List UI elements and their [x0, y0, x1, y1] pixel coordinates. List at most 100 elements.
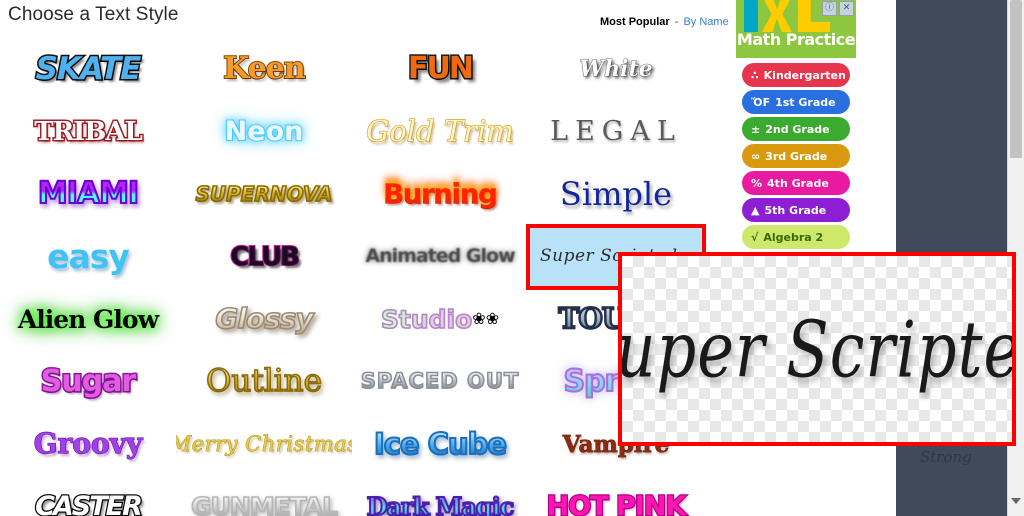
style-sample-label: SUPERNOVA [195, 182, 334, 207]
zoom-preview-overlay: Super Scripted [618, 252, 1016, 446]
ad-info-icon[interactable]: ⓘ [822, 1, 837, 16]
style-sample-label: Simple [559, 175, 673, 214]
grade-label: Algebra 2 [763, 230, 824, 244]
style-cell-fun[interactable]: FUN [352, 38, 528, 101]
style-cell-merry-christmas[interactable]: Merry Christmas [176, 413, 352, 476]
style-cell-caster[interactable]: CASTER [0, 476, 176, 516]
style-cell-club[interactable]: CLUB [176, 226, 352, 289]
sort-most-popular[interactable]: Most Popular [600, 16, 670, 28]
grade-icon: ὌF [751, 95, 771, 109]
style-sample-label: Neon [224, 116, 305, 148]
style-sample-label: Sugar [39, 363, 138, 399]
zoom-preview-text: Super Scripted [618, 303, 1012, 395]
grade-icon: √ [751, 230, 759, 244]
style-cell-sugar[interactable]: Sugar [0, 351, 176, 414]
grade-label: 2nd Grade [765, 122, 830, 136]
grade-icon: ∴ [751, 68, 759, 82]
style-cell-glossy[interactable]: Glossy [176, 288, 352, 351]
grade-icon: ▲ [751, 203, 760, 217]
ad-close-icon[interactable]: ✕ [839, 1, 854, 16]
style-sample-label: Dark Magic [366, 493, 516, 516]
style-sample-label: CLUB [229, 241, 301, 272]
style-grid-row: SKATE Keen FUN White [0, 38, 726, 101]
watermark-line: Strong [920, 447, 972, 466]
style-cell-neon[interactable]: Neon [176, 101, 352, 164]
sort-bar: Most Popular - By Name [600, 16, 729, 28]
studio-decoration-icon: ❀❀ [472, 311, 500, 329]
style-grid-row: CASTER GUNMETAL Dark Magic HOT PINK [0, 476, 726, 516]
ad-grade-algebra-2[interactable]: √ Algebra 2 [742, 225, 850, 249]
style-sample-label: Gold Trim [366, 114, 515, 149]
grade-label: 3rd Grade [765, 149, 828, 163]
style-sample-label: LEGAL [550, 116, 682, 148]
style-cell-groovy[interactable]: Groovy [0, 413, 176, 476]
grade-icon: % [751, 176, 763, 190]
style-sample-label: SPACED OUT [360, 369, 520, 394]
grade-label: 1st Grade [775, 95, 836, 109]
style-sample-label: Glossy [214, 302, 314, 336]
style-sample-label: Groovy [33, 427, 143, 461]
grade-icon: ∞ [751, 149, 761, 163]
ad-grade-3rd-grade[interactable]: ∞ 3rd Grade [742, 144, 850, 168]
grade-icon: ± [751, 122, 761, 136]
sort-separator: - [674, 16, 679, 28]
style-cell-skate[interactable]: SKATE [0, 38, 176, 101]
ad-grade-1st-grade[interactable]: ὌF 1st Grade [742, 90, 850, 114]
style-sample-label: White [579, 56, 653, 83]
ad-tagline: Math Practice [736, 30, 856, 49]
style-cell-outline[interactable]: Outline [176, 351, 352, 414]
style-cell-keen[interactable]: Keen [176, 38, 352, 101]
ad-grade-2nd-grade[interactable]: ±2nd Grade [742, 117, 850, 141]
style-cell-legal[interactable]: LEGAL [528, 101, 704, 164]
ixl-letter-x-icon [762, 0, 792, 32]
grade-label: 4th Grade [767, 176, 829, 190]
style-sample-label: TRIBAL [33, 116, 145, 147]
style-sample-label: FUN [407, 51, 476, 87]
style-sample-label: Merry Christmas [176, 431, 352, 456]
ad-grade-5th-grade[interactable]: ▲ 5th Grade [742, 198, 850, 222]
style-sample-label: Keen [222, 51, 306, 87]
style-cell-hot-pink[interactable]: HOT PINK [528, 476, 704, 516]
grade-label: 5th Grade [764, 203, 827, 217]
style-cell-dark-magic[interactable]: Dark Magic [352, 476, 528, 516]
style-cell-miami[interactable]: MIAMI [0, 163, 176, 226]
style-sample-label: SKATE [34, 50, 143, 87]
style-grid-row: MIAMI SUPERNOVA Burning Simple [0, 163, 726, 226]
style-cell-tribal[interactable]: TRIBAL [0, 101, 176, 164]
style-cell-gunmetal[interactable]: GUNMETAL [176, 476, 352, 516]
style-sample-label: Studio [380, 304, 473, 334]
grade-label: Kindergarten [763, 68, 846, 82]
style-cell-animated-glow[interactable]: Animated Glow [352, 226, 528, 289]
ad-logo[interactable]: Math Practice ⓘ ✕ [736, 0, 856, 58]
ad-grade-4th-grade[interactable]: % 4th Grade [742, 171, 850, 195]
style-sample-label: Animated Glow [365, 245, 515, 268]
style-sample-label: easy [46, 237, 131, 277]
ad-controls: ⓘ ✕ [822, 1, 854, 16]
style-grid-row: TRIBAL Neon Gold Trim LEGAL [0, 101, 726, 164]
page-title: Choose a Text Style [8, 4, 179, 25]
style-cell-burning[interactable]: Burning [352, 163, 528, 226]
style-sample-label: HOT PINK [545, 491, 687, 516]
style-sample-label: MIAMI [37, 176, 140, 212]
app-root: Choose a Text Style Most Popular - By Na… [0, 0, 1024, 516]
ixl-letter-i-icon [744, 0, 758, 32]
style-cell-gold-trim[interactable]: Gold Trim [352, 101, 528, 164]
style-cell-white[interactable]: White [528, 38, 704, 101]
ad-grade-kindergarten[interactable]: ∴ Kindergarten [742, 63, 850, 87]
style-sample-label: Alien Glow [17, 304, 159, 334]
sort-by-name[interactable]: By Name [683, 16, 728, 28]
style-cell-studio[interactable]: Studio ❀❀ [352, 288, 528, 351]
style-sample-label: CASTER [34, 491, 144, 516]
style-sample-label: Ice Cube [373, 426, 508, 461]
style-cell-alien-glow[interactable]: Alien Glow [0, 288, 176, 351]
style-cell-easy[interactable]: easy [0, 226, 176, 289]
scroll-down-arrow-icon[interactable] [1011, 498, 1021, 504]
style-sample-label: Burning [383, 178, 498, 210]
style-cell-spaced-out[interactable]: SPACED OUT [352, 351, 528, 414]
style-cell-ice-cube[interactable]: Ice Cube [352, 413, 528, 476]
style-cell-supernova[interactable]: SUPERNOVA [176, 163, 352, 226]
scrollbar-thumb[interactable] [1010, 0, 1022, 158]
style-sample-label: GUNMETAL [190, 493, 339, 516]
style-sample-label: Outline [205, 363, 322, 400]
style-cell-simple[interactable]: Simple [528, 163, 704, 226]
